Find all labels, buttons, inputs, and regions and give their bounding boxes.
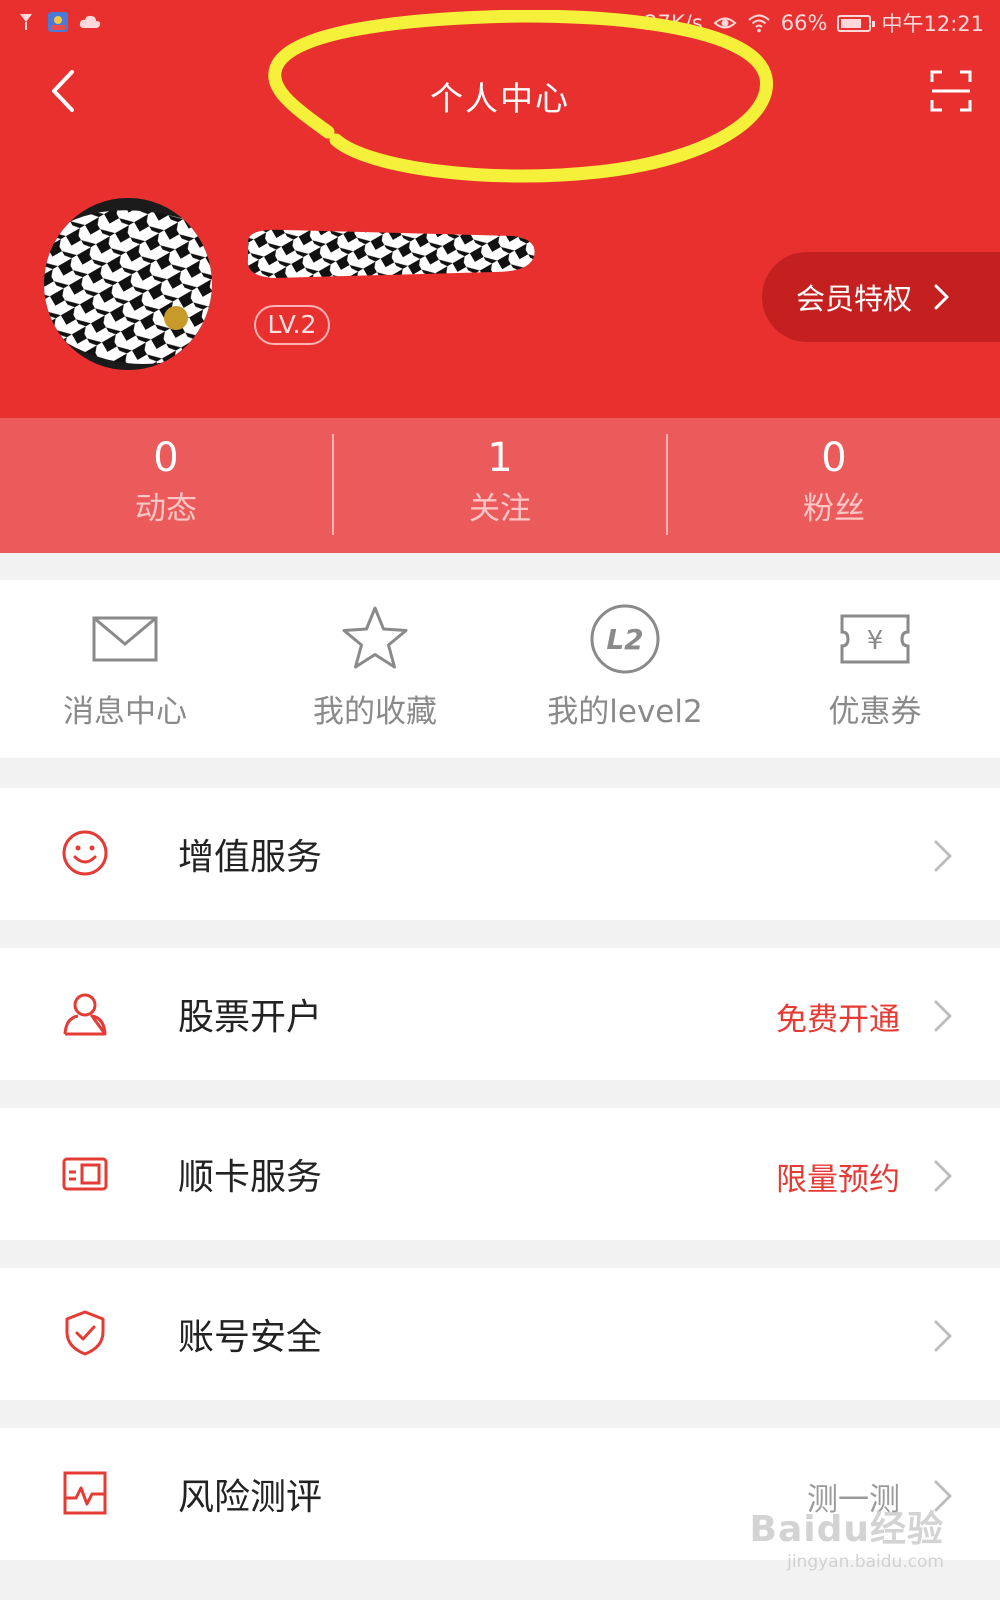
star-icon xyxy=(342,606,408,669)
quick-label: 优惠券 xyxy=(828,694,922,730)
stat-followers[interactable]: 0 粉丝 xyxy=(668,418,1000,553)
vip-privilege-button[interactable]: 会员特权 xyxy=(762,252,1000,342)
menu-note: 测一测 xyxy=(807,1482,900,1518)
page: 27K/s 66% 中午12:21 个人中心 LV.2 会员特权 0 动态 1 … xyxy=(0,0,1000,1600)
menu-row-stock-account[interactable]: 股票开户 免费开通 xyxy=(0,948,1000,1080)
coupon-icon-text: ¥ xyxy=(867,626,884,656)
level2-icon: L2 xyxy=(590,604,660,674)
network-speed: 27K/s xyxy=(644,11,703,35)
message-center-button[interactable]: 消息中心 xyxy=(0,580,250,758)
pulse-icon xyxy=(63,1471,107,1515)
menu-label: 增值服务 xyxy=(178,837,323,878)
wifi-icon xyxy=(748,14,770,33)
menu-row-risk-assessment[interactable]: 风险测评 测一测 xyxy=(0,1428,1000,1560)
menu-note: 免费开通 xyxy=(776,1002,900,1038)
avatar-mask-pattern xyxy=(44,198,212,370)
battery-icon xyxy=(837,14,876,32)
menu-label: 风险测评 xyxy=(178,1477,323,1518)
vip-privilege-label: 会员特权 xyxy=(796,282,913,316)
avatar[interactable] xyxy=(44,198,212,370)
notification-app-icon xyxy=(20,14,32,30)
shield-icon xyxy=(65,1310,105,1356)
stat-label: 关注 xyxy=(469,491,531,527)
person-icon xyxy=(63,993,107,1036)
quick-label: 我的level2 xyxy=(547,694,703,730)
favorites-button[interactable]: 我的收藏 xyxy=(250,580,500,758)
stat-label: 动态 xyxy=(135,491,197,527)
level2-icon-text: L2 xyxy=(606,623,643,656)
quick-label: 我的收藏 xyxy=(313,694,437,730)
chevron-right-icon xyxy=(934,284,949,310)
cloud-icon xyxy=(79,15,101,28)
chevron-right-icon xyxy=(934,840,952,872)
scan-icon[interactable] xyxy=(930,70,972,112)
stat-posts[interactable]: 0 动态 xyxy=(0,418,332,553)
chevron-right-icon xyxy=(934,1480,952,1512)
photo-app-icon xyxy=(48,12,68,32)
status-right: 27K/s 66% 中午12:21 xyxy=(644,8,984,38)
eye-icon xyxy=(713,17,737,29)
menu-label: 顺卡服务 xyxy=(178,1157,323,1198)
stat-value: 1 xyxy=(487,435,513,481)
chevron-right-icon xyxy=(934,1320,952,1352)
quick-label: 消息中心 xyxy=(63,694,187,730)
profile-header: 27K/s 66% 中午12:21 个人中心 LV.2 会员特权 xyxy=(0,0,1000,418)
chevron-right-icon xyxy=(934,1160,952,1192)
status-bar: 27K/s 66% 中午12:21 xyxy=(0,0,1000,46)
stat-label: 粉丝 xyxy=(803,491,865,527)
smiley-icon xyxy=(62,830,108,876)
menu-row-card-service[interactable]: 顺卡服务 限量预约 xyxy=(0,1108,1000,1240)
status-left xyxy=(14,10,102,34)
coupon-icon: ¥ xyxy=(840,614,910,664)
username-mask xyxy=(247,229,535,278)
quick-actions: 消息中心 我的收藏 L2 我的level2 ¥ 优惠券 xyxy=(0,580,1000,758)
stat-value: 0 xyxy=(821,435,847,481)
menu-row-account-security[interactable]: 账号安全 xyxy=(0,1268,1000,1400)
menu-label: 股票开户 xyxy=(178,997,323,1038)
chevron-right-icon xyxy=(934,1000,952,1032)
level-badge: LV.2 xyxy=(254,305,330,345)
menu-row-value-added[interactable]: 增值服务 xyxy=(0,788,1000,920)
card-icon xyxy=(62,1157,108,1191)
clock: 中午12:21 xyxy=(881,12,984,36)
stat-following[interactable]: 1 关注 xyxy=(334,418,666,553)
page-title: 个人中心 xyxy=(430,79,570,118)
stats-bar: 0 动态 1 关注 0 粉丝 xyxy=(0,418,1000,553)
envelope-icon xyxy=(92,616,158,662)
coupon-button[interactable]: ¥ 优惠券 xyxy=(750,580,1000,758)
stat-value: 0 xyxy=(153,435,179,481)
menu-label: 账号安全 xyxy=(178,1317,323,1358)
battery-percent: 66% xyxy=(780,11,828,35)
menu-note: 限量预约 xyxy=(776,1162,900,1198)
level2-button[interactable]: L2 我的level2 xyxy=(500,580,750,758)
